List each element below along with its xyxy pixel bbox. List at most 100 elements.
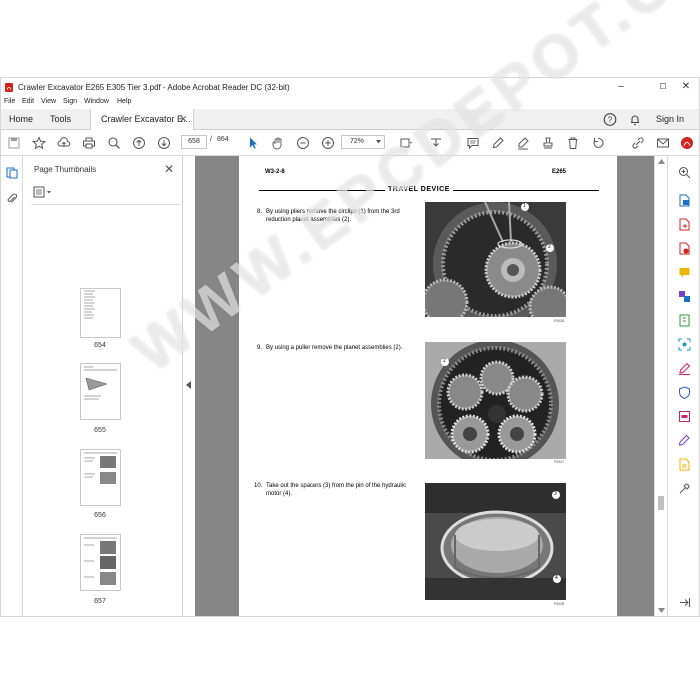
tab-bar: Home Tools Crawler Excavator E... ✕ ? Si… (1, 109, 699, 130)
help-icon[interactable]: ? (603, 112, 617, 127)
thumbnail-657[interactable] (80, 534, 121, 591)
panel-divider (31, 204, 181, 205)
tab-document[interactable]: Crawler Excavator E... ✕ (90, 109, 194, 130)
scroll-up-icon[interactable] (658, 159, 665, 164)
step-8-number: 8. (257, 209, 263, 215)
figure-code-8: F0026 (554, 319, 564, 323)
menu-sign[interactable]: Sign (63, 98, 77, 105)
next-page-icon[interactable] (157, 136, 171, 150)
compress-pdf-icon[interactable] (678, 314, 691, 327)
tab-close-icon[interactable]: ✕ (179, 109, 187, 130)
figure-code-10: F0028 (554, 602, 564, 606)
hand-tool-icon[interactable] (271, 136, 285, 150)
window-title: Crawler Excavator E265 E305 Tier 3.pdf -… (18, 83, 290, 92)
thumbnail-label-655: 655 (94, 427, 106, 434)
print-icon[interactable] (82, 136, 96, 150)
page-number-input[interactable]: 658 (181, 135, 207, 149)
step-10: 10. Take out the spacers (3) from the pi… (254, 482, 408, 498)
panel-collapse-strip[interactable] (184, 156, 195, 616)
page-header-left: W3-2-8 (265, 169, 285, 175)
draw-icon[interactable] (516, 136, 530, 150)
comment-icon[interactable] (466, 136, 480, 150)
star-icon[interactable] (32, 136, 46, 150)
thumbnail-options-icon[interactable] (33, 186, 53, 198)
step-9-number: 9. (257, 345, 263, 351)
comment-tool-icon[interactable] (678, 266, 691, 279)
document-scrollbar[interactable] (654, 156, 667, 616)
stamp-icon[interactable] (541, 136, 555, 150)
undo-icon[interactable] (591, 136, 605, 150)
thumbnail-657-preview (84, 537, 117, 585)
photo-step-10: 3 4 (425, 483, 566, 600)
create-pdf-icon[interactable] (678, 218, 691, 231)
search-icon[interactable] (107, 136, 121, 150)
page-thumbnails-panel: Page Thumbnails ✕ 654 655 656 657 658 (23, 156, 200, 617)
thumbnail-654[interactable] (80, 288, 121, 338)
tools-rail (667, 156, 699, 616)
scan-ocr-icon[interactable] (678, 338, 691, 351)
request-signature-icon[interactable] (678, 434, 691, 447)
tab-tools[interactable]: Tools (50, 109, 71, 130)
protect-icon[interactable] (678, 386, 691, 399)
select-cursor-icon[interactable] (246, 136, 260, 150)
delete-icon[interactable] (566, 136, 580, 150)
share-link-icon[interactable] (631, 136, 645, 150)
zoom-in-icon[interactable] (321, 136, 335, 150)
send-for-review-icon[interactable] (678, 458, 691, 471)
zoom-value: 72% (350, 138, 365, 145)
thumbnail-655[interactable] (80, 363, 121, 420)
zoom-tool-icon[interactable] (678, 166, 691, 179)
fill-sign-icon[interactable] (678, 362, 691, 375)
cloud-upload-icon[interactable] (57, 136, 71, 150)
step-8-text: By using pliers remove the circlips (1) … (266, 209, 400, 223)
organize-pages-icon[interactable] (678, 290, 691, 303)
collapse-tools-icon[interactable] (678, 596, 691, 609)
scrollbar-thumb[interactable] (658, 496, 664, 510)
menu-edit[interactable]: Edit (22, 98, 34, 105)
sign-in-button[interactable]: Sign In (656, 109, 684, 130)
menu-help[interactable]: Help (117, 98, 131, 105)
thumbnail-656[interactable] (80, 449, 121, 506)
download-tray-icon[interactable] (429, 136, 443, 150)
pdf-page: W3-2-8 E265 TRAVEL DEVICE 8. By using pl… (239, 156, 617, 616)
page-thumbnails-icon[interactable] (6, 167, 18, 179)
highlight-pen-icon[interactable] (491, 136, 505, 150)
step-9-text: By using a puller remove the planet asse… (266, 345, 403, 351)
tab-home[interactable]: Home (9, 109, 33, 130)
close-window-button[interactable]: ✕ (671, 80, 699, 94)
thumbnail-654-preview (84, 290, 95, 319)
zoom-out-icon[interactable] (296, 136, 310, 150)
combine-files-icon[interactable] (678, 242, 691, 255)
collapse-arrow-icon[interactable] (186, 381, 192, 389)
spacer-photo (425, 483, 566, 600)
scroll-down-icon[interactable] (658, 608, 665, 613)
zoom-dropdown[interactable]: 72% (341, 135, 385, 149)
minimize-button[interactable]: – (606, 80, 636, 94)
document-viewer[interactable]: W3-2-8 E265 TRAVEL DEVICE 8. By using pl… (195, 156, 662, 616)
account-icon[interactable] (680, 136, 694, 150)
previous-page-icon[interactable] (132, 136, 146, 150)
left-navigation-rail (1, 156, 23, 616)
figure-code-9: F0027 (554, 460, 564, 464)
thumbnail-label-654: 654 (94, 342, 106, 349)
menu-window[interactable]: Window (84, 98, 109, 105)
save-icon[interactable] (7, 136, 21, 150)
thumbnail-658-selection[interactable] (75, 616, 126, 617)
email-icon[interactable] (656, 136, 670, 150)
more-tools-icon[interactable] (678, 482, 691, 495)
tab-document-label: Crawler Excavator E... (101, 114, 191, 124)
step-10-number: 10. (254, 483, 263, 489)
chevron-down-icon (376, 140, 381, 144)
export-pdf-icon[interactable] (678, 194, 691, 207)
menu-file[interactable]: File (4, 98, 15, 105)
fit-page-icon[interactable] (399, 136, 413, 150)
attachments-icon[interactable] (6, 193, 18, 205)
bell-icon[interactable] (628, 112, 642, 127)
redact-icon[interactable] (678, 410, 691, 423)
step-10-text: Take out the spacers (3) from the pin of… (266, 483, 407, 497)
step-9: 9. By using a puller remove the planet a… (257, 344, 408, 352)
thumbnail-655-preview (84, 366, 117, 400)
main-toolbar: 658 / 864 72% (1, 130, 699, 156)
panel-close-icon[interactable]: ✕ (164, 162, 174, 176)
menu-view[interactable]: View (41, 98, 56, 105)
